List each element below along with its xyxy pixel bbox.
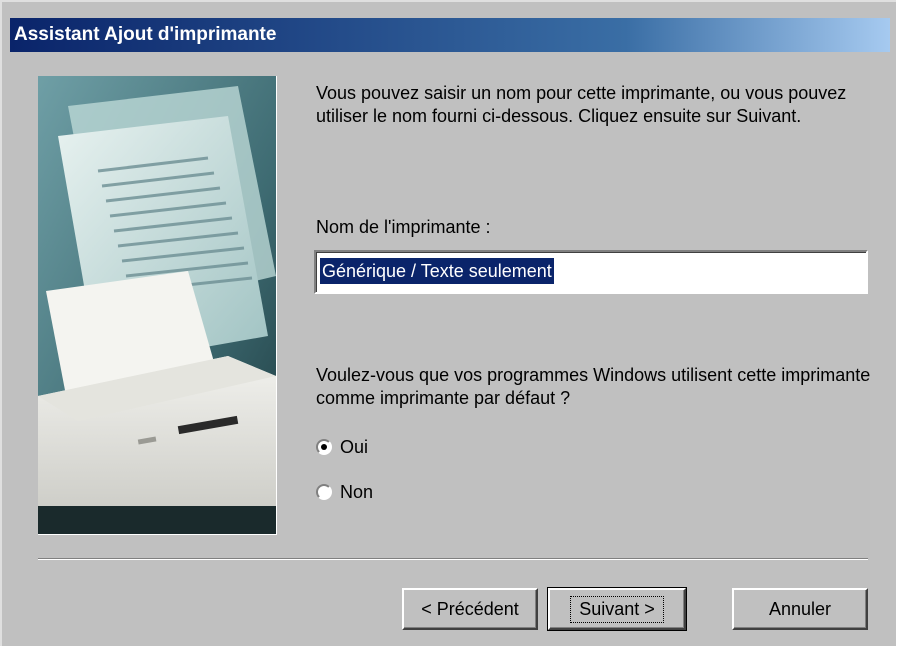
next-button-label: Suivant >: [570, 595, 664, 623]
printer-illustration-image: [38, 76, 276, 534]
radio-oui[interactable]: Oui: [316, 434, 368, 460]
window-title[interactable]: Assistant Ajout d'imprimante: [10, 18, 890, 52]
cancel-button[interactable]: Annuler: [732, 588, 868, 630]
separator: [38, 558, 868, 560]
radio-checked-icon[interactable]: [316, 439, 332, 455]
default-printer-question: Voulez-vous que vos programmes Windows u…: [316, 365, 871, 408]
radio-non-label[interactable]: Non: [340, 482, 373, 503]
printer-name-value: Générique / Texte seulement: [320, 258, 554, 284]
radio-non[interactable]: Non: [316, 479, 373, 505]
printer-name-label: Nom de l'imprimante :: [316, 217, 491, 237]
add-printer-wizard-window: Assistant Ajout d'imprimante Vous pouvez…: [0, 0, 896, 646]
back-button[interactable]: < Précédent: [402, 588, 538, 630]
wizard-printer-illustration: [38, 76, 277, 535]
wizard-instructions: Vous pouvez saisir un nom pour cette imp…: [316, 83, 847, 126]
next-button[interactable]: Suivant >: [547, 587, 687, 631]
radio-oui-label[interactable]: Oui: [340, 437, 368, 458]
radio-unchecked-icon[interactable]: [316, 484, 332, 500]
printer-name-input[interactable]: Générique / Texte seulement: [314, 250, 868, 294]
